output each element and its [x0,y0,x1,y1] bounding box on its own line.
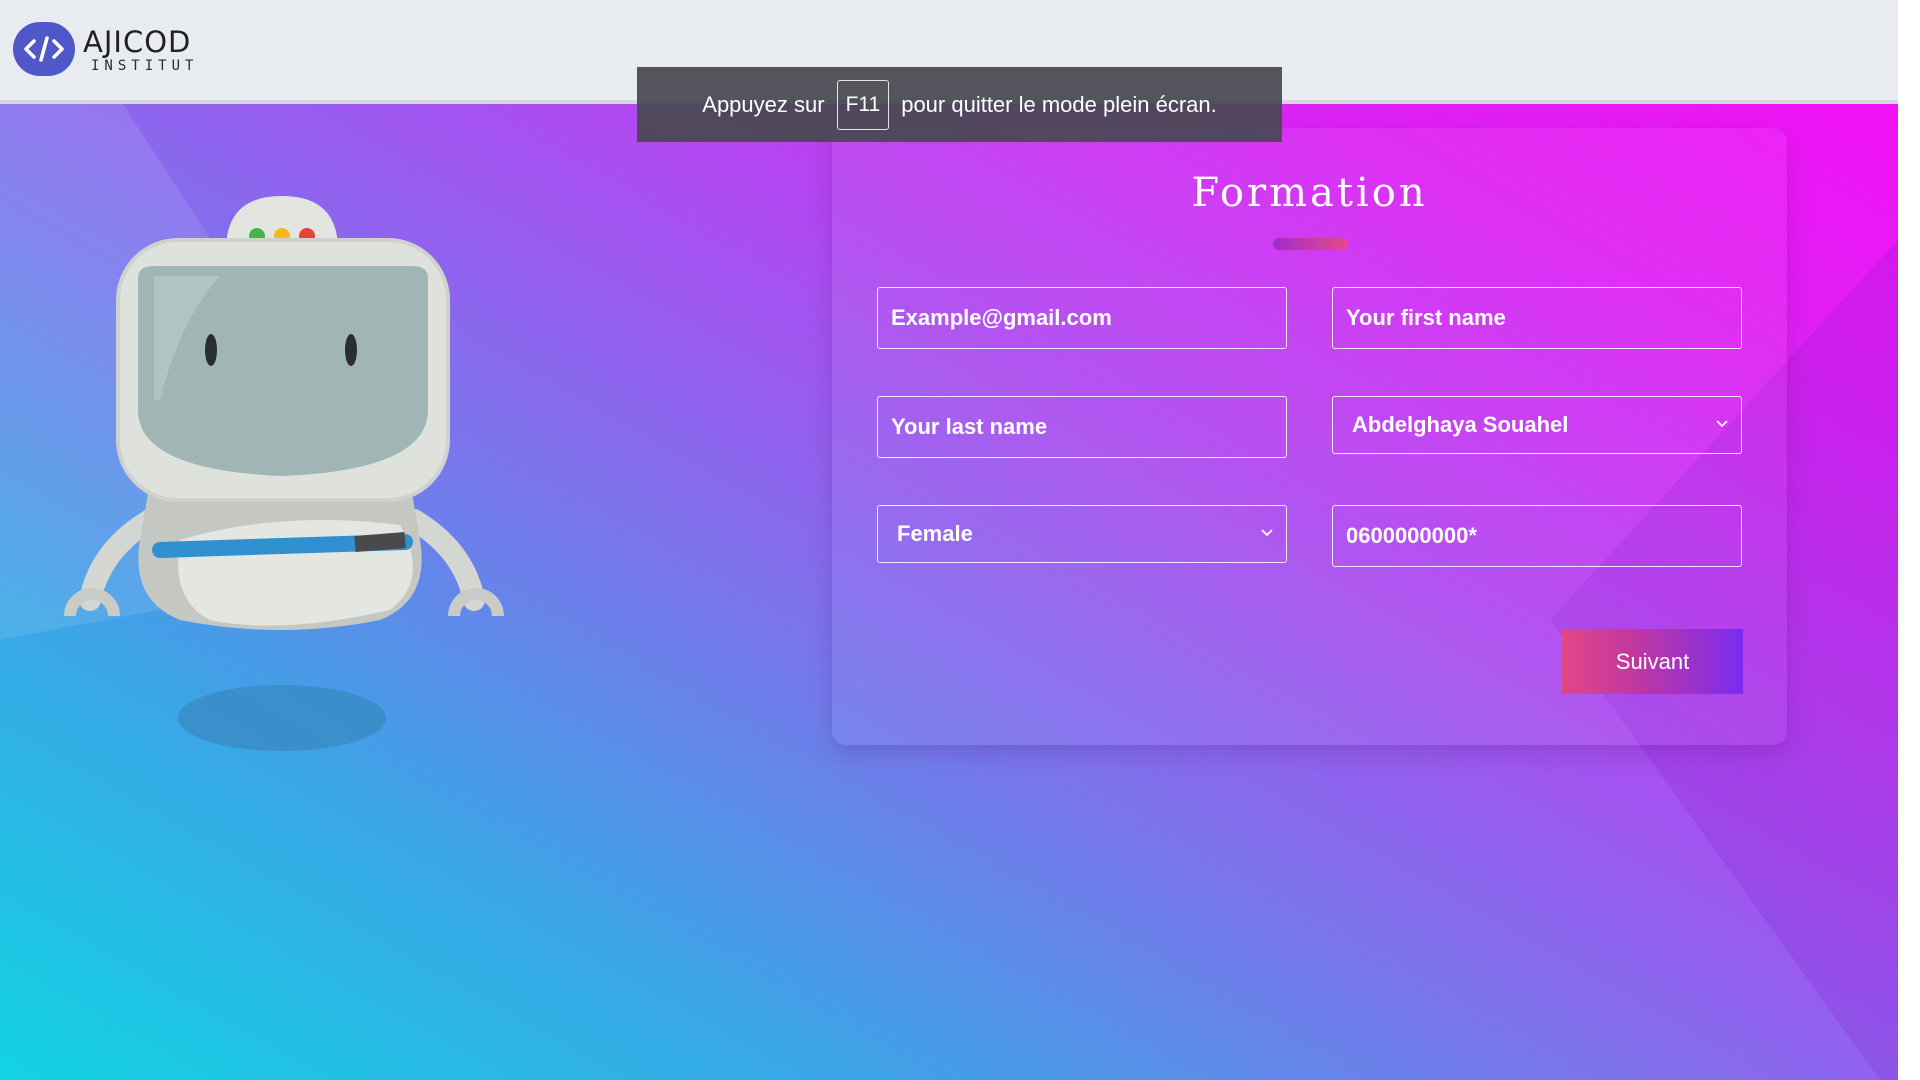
first-name-field[interactable]: Your first name [1332,287,1742,349]
robot-belt-end [354,532,406,552]
robot-illustration [64,196,504,751]
last-name-field[interactable]: Your last name [877,396,1287,458]
notice-text-after: pour quitter le mode plein écran. [901,91,1217,117]
f11-key-badge: F11 [836,79,890,130]
gender-select[interactable]: Female [877,505,1287,563]
next-button[interactable]: Suivant [1562,629,1743,694]
first-name-placeholder: Your first name [1346,305,1506,330]
email-field[interactable]: Example@gmail.com [877,287,1287,349]
robot-eye-left [205,334,217,366]
email-placeholder: Example@gmail.com [891,305,1112,330]
robot-shadow [178,685,386,751]
gender-selected-value: Female [897,521,973,546]
phone-field[interactable]: 0600000000* [1332,505,1742,567]
chevron-down-icon [1261,529,1273,537]
trainer-selected-value: Abdelghaya Souahel [1352,412,1569,437]
title-underline [1273,238,1348,250]
notice-text-before: Appuyez sur [702,91,825,117]
last-name-placeholder: Your last name [891,414,1048,439]
formation-form-card: Formation Example@gmail.com Your first n… [832,128,1787,745]
trainer-select[interactable]: Abdelghaya Souahel [1332,396,1742,454]
robot-arm-right [403,509,485,611]
page-edge [1898,0,1920,1080]
form-title: Formation [1191,170,1428,216]
brand-name[interactable]: AJICOD [83,25,191,59]
page-background: Formation Example@gmail.com Your first n… [0,0,1898,1080]
fullscreen-notice: Appuyez sur F11 pour quitter le mode ple… [637,67,1282,142]
chevron-down-icon [1716,420,1728,428]
brand-subtitle: INSTITUT [91,58,199,74]
phone-placeholder: 0600000000* [1346,523,1477,548]
code-brackets-icon[interactable] [13,22,75,76]
robot-eye-right [345,334,357,366]
code-icon-glyph [24,36,64,62]
